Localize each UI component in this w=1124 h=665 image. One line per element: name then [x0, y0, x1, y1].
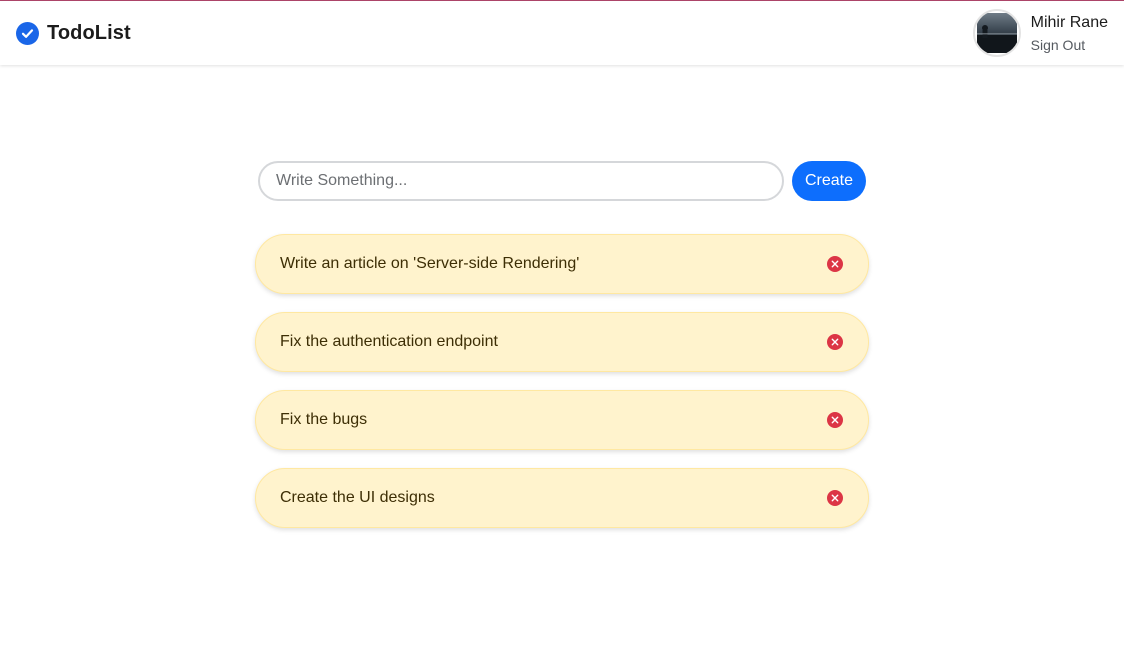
todo-text: Fix the authentication endpoint [280, 333, 498, 350]
x-circle-icon[interactable] [827, 256, 843, 272]
create-button[interactable]: Create [792, 161, 866, 201]
todo-list: Write an article on 'Server-side Renderi… [255, 234, 869, 546]
todo-composer: Create [258, 161, 866, 201]
x-circle-icon[interactable] [827, 412, 843, 428]
todo-item[interactable]: Fix the bugs [255, 390, 869, 450]
navbar: TodoList Mihir Rane Sign Out [0, 1, 1124, 65]
todo-item[interactable]: Fix the authentication endpoint [255, 312, 869, 372]
user-meta: Mihir Rane Sign Out [1030, 13, 1108, 52]
sign-out-link[interactable]: Sign Out [1031, 38, 1108, 52]
brand[interactable]: TodoList [16, 21, 131, 45]
todo-text: Create the UI designs [280, 489, 435, 506]
todo-item[interactable]: Write an article on 'Server-side Renderi… [255, 234, 869, 294]
x-circle-icon[interactable] [827, 490, 843, 506]
todo-text: Write an article on 'Server-side Renderi… [280, 255, 580, 272]
todo-item[interactable]: Create the UI designs [255, 468, 869, 528]
todo-input[interactable] [258, 161, 784, 201]
user-menu: Mihir Rane Sign Out [972, 9, 1108, 57]
avatar[interactable] [972, 9, 1021, 57]
app-title: TodoList [47, 21, 131, 44]
x-circle-icon[interactable] [827, 334, 843, 350]
todo-text: Fix the bugs [280, 411, 368, 428]
user-name: Mihir Rane [1030, 13, 1108, 31]
check-circle-icon [16, 21, 39, 45]
